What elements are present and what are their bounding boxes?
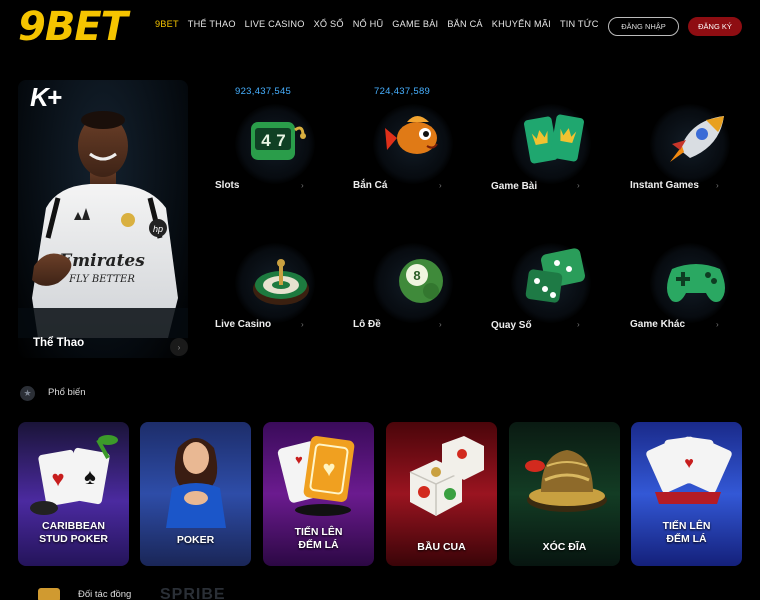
- svg-text:♥: ♥: [295, 452, 303, 467]
- chevron-right-icon: ›: [716, 320, 719, 329]
- lottery-ball-icon: 8: [399, 259, 443, 303]
- game-tile-ban-ca[interactable]: Bắn Cá ›: [353, 104, 463, 214]
- nav-item-the-thao[interactable]: THỂ THAO: [188, 19, 236, 29]
- popular-card-bau-cua[interactable]: BẦU CUA: [386, 422, 497, 566]
- bau-cua-dice-icon: [409, 436, 484, 516]
- tile-label: Quay Số: [491, 320, 532, 331]
- svg-text:♥: ♥: [322, 456, 335, 481]
- register-button[interactable]: ĐĂNG KÝ: [688, 17, 742, 36]
- popular-card-label: TIẾN LÊN ĐẾM LÁ: [662, 520, 711, 545]
- nav-item-9bet[interactable]: 9BET: [155, 19, 179, 29]
- tile-label: Bắn Cá: [353, 180, 388, 191]
- popular-card-tien-len-dem-la[interactable]: ♥ ♥ TIẾN LÊN ĐẾM LÁ: [263, 422, 374, 566]
- game-tile-live-casino[interactable]: Live Casino ›: [215, 243, 325, 353]
- player-image: Emirates FLY BETTER hp: [18, 111, 188, 338]
- svg-text:7: 7: [276, 131, 285, 150]
- roulette-icon: [253, 259, 309, 305]
- slot-machine-icon: 4 7: [251, 122, 306, 160]
- nav-item-no-hu[interactable]: NỔ HŨ: [353, 19, 384, 29]
- header: 9BET 9BET THỂ THAO LIVE CASINO XỔ SỐ NỔ …: [0, 0, 760, 54]
- popular-card-label: XÓC ĐĨA: [542, 541, 587, 553]
- star-icon: ★: [20, 386, 35, 401]
- svg-text:4: 4: [261, 131, 271, 150]
- chevron-right-icon: ›: [439, 320, 442, 329]
- chevron-right-icon: ›: [301, 320, 304, 329]
- sport-card[interactable]: K+ Emirates FLY BETTER hp Thể Thao ›: [18, 80, 188, 358]
- handshake-icon: [38, 588, 60, 600]
- chevron-right-icon: ›: [301, 181, 304, 190]
- jackpot-ban-ca: 724,437,589: [374, 86, 431, 97]
- game-tile-quay-so[interactable]: Quay Số ›: [491, 243, 601, 353]
- xoc-dia-bowl-icon: [525, 450, 607, 512]
- playing-cards-icon: ♥ ♠: [30, 435, 118, 515]
- logo[interactable]: 9BET: [18, 4, 138, 50]
- game-tile-slots[interactable]: 4 7 Slots ›: [215, 104, 325, 214]
- chevron-right-icon: ›: [716, 181, 719, 190]
- sport-label: Thể Thao: [33, 337, 85, 349]
- fish-icon: [385, 116, 438, 154]
- tile-label: Lô Đề: [353, 319, 381, 330]
- svg-text:♥: ♥: [51, 466, 64, 491]
- section-title-partners: Đối tác đồng: [78, 589, 132, 600]
- game-tile-game-khac[interactable]: Game Khác ›: [630, 243, 740, 353]
- svg-text:♥: ♥: [684, 455, 694, 472]
- tien-len-cards-icon: ♥ ♥: [277, 436, 355, 516]
- popular-card-label: CARIBBEAN STUD POKER: [39, 520, 108, 545]
- logo-text: 9BET: [18, 4, 128, 50]
- partner-logo-spribe: SPRIBE: [160, 586, 226, 600]
- svg-text:8: 8: [413, 268, 420, 283]
- nav-item-khuyen-mai[interactable]: KHUYẾN MÃI: [492, 19, 551, 29]
- dice-icon: [525, 248, 585, 303]
- card-fan-icon: ♥: [646, 436, 732, 504]
- game-tile-instant-games[interactable]: Instant Games ›: [630, 104, 740, 214]
- login-button[interactable]: ĐĂNG NHẬP: [608, 17, 679, 36]
- chevron-right-icon: ›: [439, 181, 442, 190]
- jackpot-slots: 923,437,545: [235, 86, 292, 97]
- popular-card-poker[interactable]: POKER: [140, 422, 251, 566]
- tile-label: Live Casino: [215, 319, 272, 330]
- popular-card-caribbean-stud-poker[interactable]: ♥ ♠ CARIBBEAN STUD POKER: [18, 422, 129, 566]
- popular-card-label: BẦU CUA: [417, 541, 466, 553]
- cards-icon: [524, 114, 584, 164]
- tile-label: Slots: [215, 180, 240, 191]
- nav-item-tin-tuc[interactable]: TIN TỨC: [560, 19, 599, 29]
- tile-label: Instant Games: [630, 180, 699, 191]
- svg-text:hp: hp: [153, 224, 163, 234]
- svg-text:FLY BETTER: FLY BETTER: [68, 274, 135, 285]
- nav-item-ban-ca[interactable]: BẮN CÁ: [447, 19, 482, 29]
- popular-card-label: POKER: [176, 534, 215, 546]
- dealer-character-image: [166, 438, 226, 528]
- svg-text:Emirates: Emirates: [58, 251, 145, 271]
- section-title-popular: Phổ biến: [48, 387, 86, 398]
- chevron-right-icon: ›: [577, 181, 580, 190]
- main-nav: 9BET THỂ THAO LIVE CASINO XỔ SỐ NỔ HŨ GA…: [155, 19, 608, 29]
- chevron-right-icon: ›: [577, 320, 580, 329]
- popular-card-label: TIẾN LÊN ĐẾM LÁ: [294, 526, 343, 551]
- svg-text:♠: ♠: [84, 464, 96, 489]
- popular-card-xoc-dia[interactable]: XÓC ĐĨA: [509, 422, 620, 566]
- popular-card-tien-len-dem-la-2[interactable]: ♥ TIẾN LÊN ĐẾM LÁ: [631, 422, 742, 566]
- game-tile-game-bai[interactable]: Game Bài ›: [491, 104, 601, 214]
- rocket-icon: [670, 116, 724, 162]
- game-tile-lo-de[interactable]: 8 Lô Đề ›: [353, 243, 463, 353]
- gamepad-icon: [667, 264, 725, 302]
- nav-item-game-bai[interactable]: GAME BÀI: [392, 19, 438, 29]
- nav-item-xo-so[interactable]: XỔ SỐ: [314, 19, 344, 29]
- tile-label: Game Bài: [491, 181, 538, 192]
- nav-item-live-casino[interactable]: LIVE CASINO: [245, 19, 305, 29]
- tile-label: Game Khác: [630, 319, 686, 330]
- chevron-right-icon[interactable]: ›: [170, 338, 188, 356]
